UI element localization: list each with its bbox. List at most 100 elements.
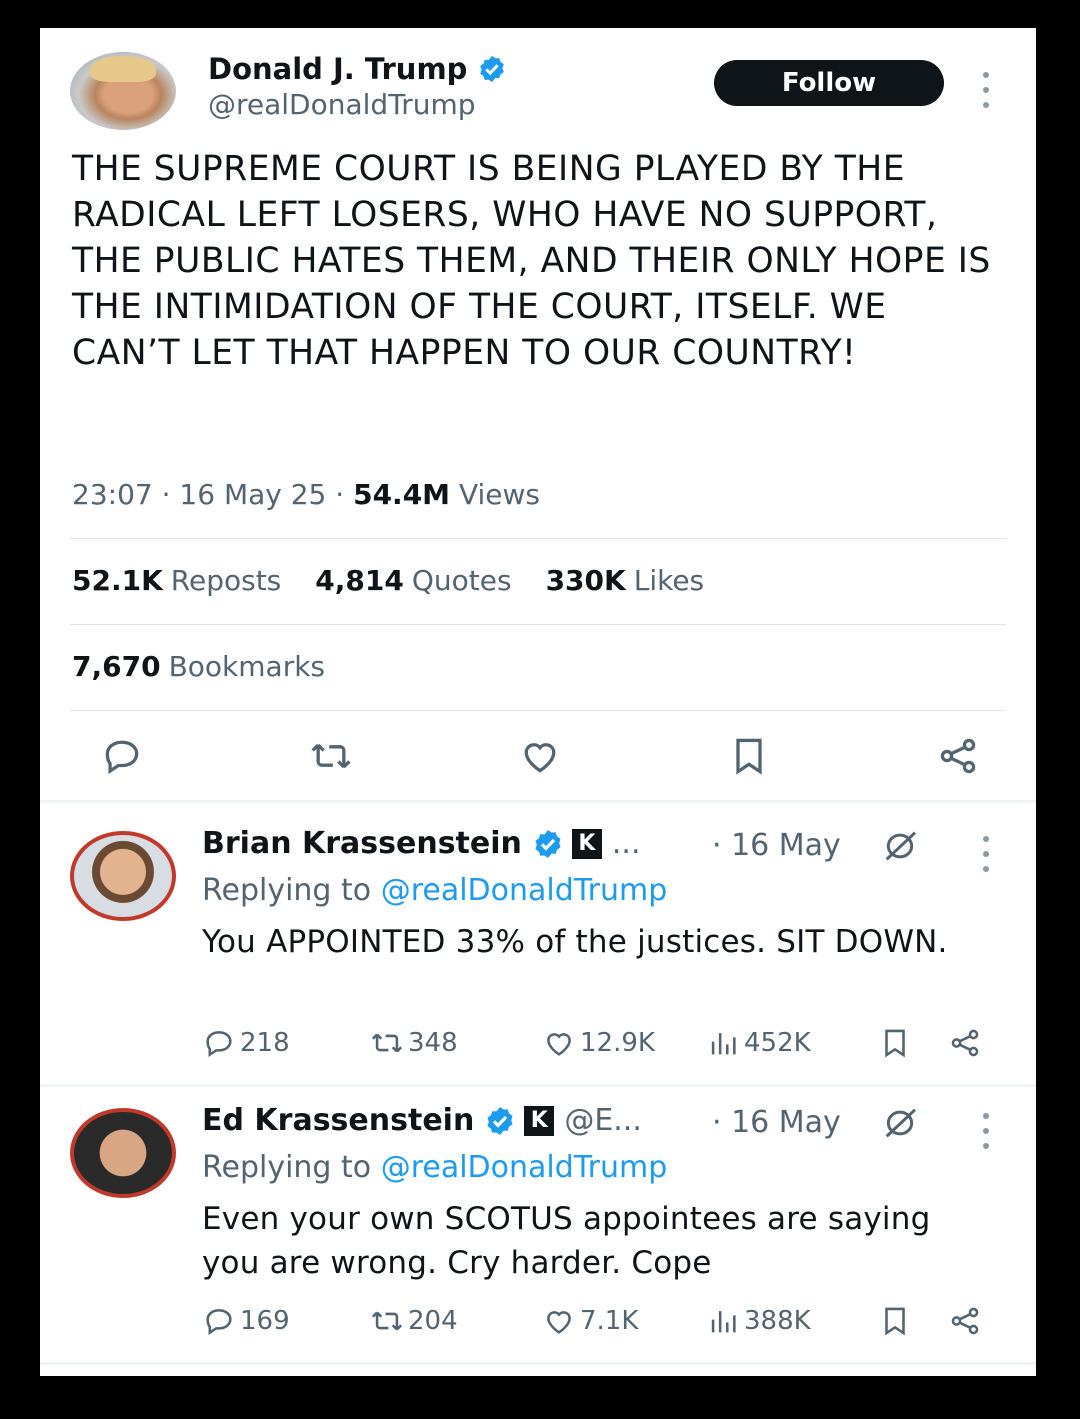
share-icon[interactable] — [936, 734, 980, 778]
like-icon — [547, 1311, 571, 1334]
views-button[interactable]: 452K — [706, 1026, 811, 1060]
tweet-date[interactable]: 16 May 25 — [179, 478, 326, 511]
reply-date[interactable]: · 16 May — [712, 1105, 841, 1140]
repost-count: 204 — [408, 1306, 458, 1336]
bookmarks-count: 7,670 — [72, 650, 161, 683]
bookmarks-label: Bookmarks — [168, 650, 326, 683]
share-button[interactable] — [948, 1304, 986, 1338]
views-count: 388K — [744, 1306, 811, 1336]
views-count: 54.4M — [353, 478, 451, 511]
divider — [70, 624, 1006, 625]
quotes-stat[interactable]: 4,814 Quotes — [315, 564, 511, 597]
reply-date[interactable]: · 16 May — [712, 828, 841, 863]
repost-button[interactable]: 204 — [370, 1304, 458, 1338]
reply-actions: 218 348 12.9K 452K — [202, 1026, 1002, 1066]
reply-avatar[interactable] — [70, 831, 176, 921]
reply-count: 218 — [240, 1028, 290, 1058]
grok-icon[interactable] — [878, 826, 922, 866]
reply-author-row[interactable]: Brian Krassenstein K ... — [202, 826, 641, 861]
reply-handle[interactable]: ... — [612, 826, 641, 861]
verified-icon — [535, 829, 561, 858]
tweet-panel: Donald J. Trump @realDonaldTrump Follow … — [40, 28, 1036, 1376]
bookmark-icon — [885, 1029, 905, 1058]
views-label: Views — [458, 478, 540, 511]
tweet-time[interactable]: 23:07 — [72, 478, 153, 511]
repost-icon[interactable] — [309, 734, 353, 778]
author-name[interactable]: Donald J. Trump — [208, 52, 467, 86]
grok-icon[interactable] — [878, 1103, 922, 1143]
like-button[interactable]: 12.9K — [542, 1026, 655, 1060]
divider — [40, 1084, 1036, 1087]
affiliate-badge-icon: K — [571, 828, 602, 859]
more-icon[interactable] — [976, 72, 996, 108]
more-icon[interactable] — [976, 836, 996, 872]
reply-icon[interactable] — [100, 734, 144, 778]
divider — [70, 710, 1006, 711]
repost-count: 348 — [408, 1028, 458, 1058]
reply-author-name[interactable]: Ed Krassenstein — [202, 1103, 474, 1138]
views-button[interactable]: 388K — [706, 1304, 811, 1338]
reply-icon — [206, 1309, 232, 1335]
likes-stat[interactable]: 330K Likes — [546, 564, 705, 597]
tweet-meta: 23:07 · 16 May 25 · 54.4M Views — [72, 478, 540, 511]
bookmark-button[interactable] — [878, 1304, 916, 1338]
repost-button[interactable]: 348 — [370, 1026, 458, 1060]
like-button[interactable]: 7.1K — [542, 1304, 638, 1338]
replying-to: Replying to @realDonaldTrump — [202, 1150, 667, 1185]
repost-icon — [371, 1033, 403, 1053]
replying-handle-link[interactable]: @realDonaldTrump — [381, 873, 668, 908]
bookmarks-stat[interactable]: 7,670 Bookmarks — [72, 650, 325, 683]
follow-button[interactable]: Follow — [714, 60, 944, 106]
affiliate-badge-icon: K — [524, 1105, 555, 1136]
verified-icon — [487, 1106, 513, 1135]
replying-prefix: Replying to — [202, 873, 372, 908]
divider — [70, 538, 1006, 539]
reply-author-row[interactable]: Ed Krassenstein K @E... — [202, 1103, 642, 1138]
reply-button[interactable]: 169 — [202, 1304, 290, 1338]
author-handle[interactable]: @realDonaldTrump — [208, 88, 476, 121]
reply-avatar[interactable] — [70, 1108, 176, 1198]
views-icon — [711, 1311, 736, 1333]
replying-prefix: Replying to — [202, 1150, 372, 1185]
reply-count: 169 — [240, 1306, 290, 1336]
likes-label: Likes — [633, 564, 705, 597]
bookmark-icon[interactable] — [727, 734, 771, 778]
reply-text: You APPOINTED 33% of the justices. SIT D… — [202, 924, 948, 960]
share-button[interactable] — [948, 1026, 986, 1060]
author-avatar[interactable] — [70, 52, 176, 130]
reply-icon — [206, 1031, 232, 1057]
like-icon[interactable] — [518, 734, 562, 778]
reply-actions: 169 204 7.1K 388K — [202, 1304, 1002, 1344]
quotes-count: 4,814 — [315, 564, 404, 597]
tweet-actions — [100, 734, 980, 778]
replying-handle-link[interactable]: @realDonaldTrump — [381, 1150, 668, 1185]
reposts-label: Reposts — [170, 564, 282, 597]
repost-icon — [371, 1311, 403, 1331]
share-icon — [951, 1307, 979, 1335]
reply-button[interactable]: 218 — [202, 1026, 290, 1060]
reply-handle[interactable]: @E... — [564, 1103, 642, 1138]
tweet-text: THE SUPREME COURT IS BEING PLAYED BY THE… — [72, 149, 991, 373]
bookmark-stats: 7,670 Bookmarks — [72, 650, 325, 683]
like-count: 12.9K — [580, 1028, 655, 1058]
share-icon — [951, 1029, 979, 1057]
divider — [40, 1362, 1036, 1365]
bookmark-button[interactable] — [878, 1026, 916, 1060]
views-icon — [711, 1033, 736, 1055]
reply-author-name[interactable]: Brian Krassenstein — [202, 826, 522, 861]
verified-icon — [480, 55, 505, 83]
views-count: 452K — [744, 1028, 811, 1058]
reposts-stat[interactable]: 52.1K Reposts — [72, 564, 281, 597]
more-icon[interactable] — [976, 1113, 996, 1149]
likes-count: 330K — [545, 564, 626, 597]
bookmark-icon — [885, 1307, 905, 1336]
engagement-stats: 52.1K Reposts 4,814 Quotes 330K Likes — [72, 564, 704, 597]
replying-to: Replying to @realDonaldTrump — [202, 873, 667, 908]
divider — [40, 800, 1036, 803]
quotes-label: Quotes — [411, 564, 512, 597]
reposts-count: 52.1K — [72, 564, 163, 597]
like-icon — [547, 1033, 571, 1056]
like-count: 7.1K — [580, 1306, 639, 1336]
reply-text: Even your own SCOTUS appointees are sayi… — [202, 1201, 931, 1281]
author-name-row[interactable]: Donald J. Trump — [208, 52, 507, 86]
